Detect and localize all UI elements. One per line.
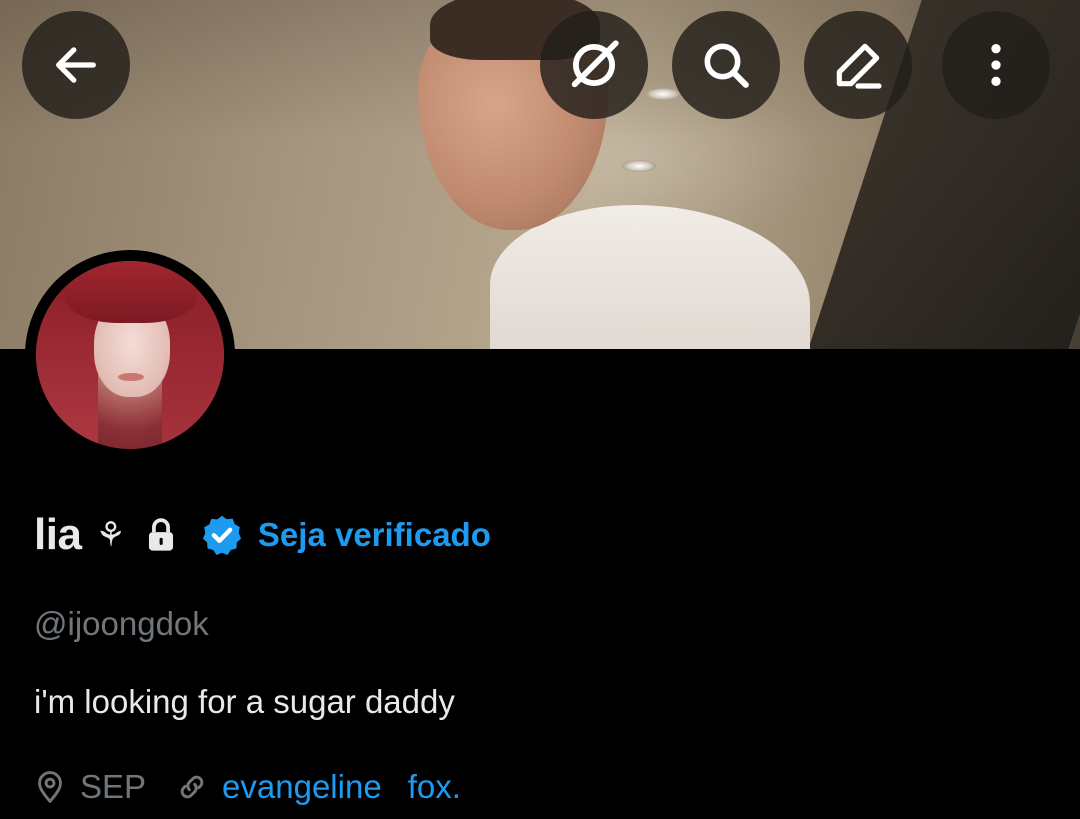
name-emoji: ⚘ bbox=[95, 516, 126, 554]
location-pin-icon bbox=[34, 770, 66, 804]
search-button[interactable] bbox=[672, 11, 780, 119]
profile-handle: @ijoongdok bbox=[34, 605, 209, 642]
get-verified-link[interactable]: Seja verificado bbox=[258, 516, 491, 554]
profile-bio: i'm looking for a sugar daddy bbox=[34, 683, 455, 720]
profile-location: SEP bbox=[80, 768, 147, 805]
verified-badge-icon[interactable] bbox=[200, 513, 244, 557]
grok-button[interactable] bbox=[540, 11, 648, 119]
more-button[interactable] bbox=[942, 11, 1050, 119]
back-button[interactable] bbox=[22, 11, 130, 119]
banner-ceiling-lamp bbox=[646, 88, 680, 100]
arrow-left-icon bbox=[56, 47, 96, 83]
more-vertical-icon bbox=[991, 44, 1001, 86]
search-icon bbox=[704, 43, 749, 88]
profile-meta-row: SEP evangeline fox. bbox=[34, 765, 461, 809]
pencil-icon bbox=[836, 43, 882, 89]
grok-icon bbox=[571, 40, 619, 88]
banner-ceiling-lamp bbox=[622, 160, 656, 172]
display-name: lia bbox=[34, 510, 82, 559]
avatar-frame[interactable] bbox=[25, 250, 235, 460]
avatar bbox=[36, 261, 224, 449]
profile-website-link[interactable]: evangeline fox. bbox=[222, 768, 461, 806]
edit-button[interactable] bbox=[804, 11, 912, 119]
link-icon bbox=[176, 771, 208, 803]
profile-name-row: lia ⚘ Seja verificado bbox=[34, 505, 491, 565]
lock-icon bbox=[144, 516, 178, 554]
